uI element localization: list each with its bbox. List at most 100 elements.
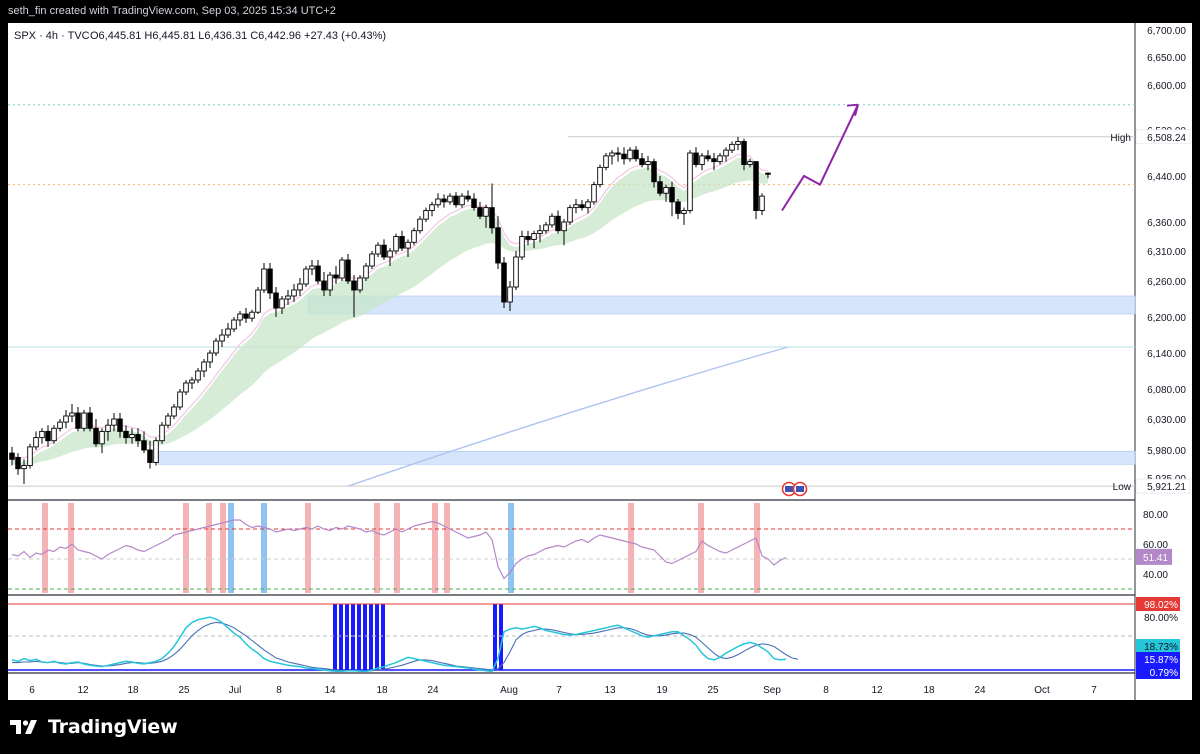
candle-body xyxy=(273,292,279,309)
sma-line xyxy=(347,346,789,487)
price-tick-label: 5,980.00 xyxy=(1147,446,1186,457)
candle-body xyxy=(375,244,381,255)
time-tick-label: Oct xyxy=(1034,685,1050,696)
rsi-signal-bar xyxy=(220,503,226,593)
price-tick-label: 6,200.00 xyxy=(1147,313,1186,324)
candle-body xyxy=(429,204,435,211)
time-tick-label: 24 xyxy=(974,685,986,696)
candle xyxy=(141,431,147,454)
candle-body xyxy=(165,415,171,426)
rsi-tick-label: 40.00 xyxy=(1143,570,1168,581)
candle-body xyxy=(201,361,207,372)
candle xyxy=(135,428,141,447)
tradingview-logo[interactable]: TradingView xyxy=(10,716,178,738)
candle xyxy=(417,216,423,234)
candle xyxy=(615,147,621,162)
candle xyxy=(171,404,177,419)
candle-body xyxy=(99,430,105,445)
stoch-signal-bar xyxy=(369,604,373,670)
candle xyxy=(621,147,627,165)
candle-body xyxy=(363,265,369,279)
candle xyxy=(243,308,249,323)
candle-body xyxy=(171,406,177,417)
candle xyxy=(699,153,705,171)
candle-body xyxy=(177,391,183,408)
candle xyxy=(87,407,93,432)
candle-body xyxy=(543,224,549,232)
candle xyxy=(189,377,195,389)
candle-body xyxy=(75,412,81,429)
candle-body xyxy=(369,253,375,267)
candle-body xyxy=(141,440,147,451)
candle-body xyxy=(747,161,753,165)
high-value: 6,508.24 xyxy=(1147,133,1186,144)
candle-body xyxy=(537,230,543,235)
stoch-signal-bar xyxy=(339,604,343,670)
candle-body xyxy=(81,412,87,429)
candle xyxy=(369,251,375,269)
candle-body xyxy=(717,155,723,163)
candle xyxy=(441,194,447,208)
candle-body xyxy=(153,440,159,463)
candle-body xyxy=(723,149,729,157)
candle-body xyxy=(549,215,555,226)
candle-body xyxy=(237,313,243,321)
support-zone xyxy=(157,450,1136,465)
candle xyxy=(681,207,687,225)
time-tick-label: 25 xyxy=(707,685,719,696)
candle xyxy=(177,389,183,410)
candle-body xyxy=(657,181,663,194)
candle-body xyxy=(105,424,111,432)
candle-body xyxy=(693,152,699,165)
candle-body xyxy=(51,427,57,442)
stoch-signal-bar xyxy=(357,604,361,670)
candle-body xyxy=(741,141,747,165)
candle-body xyxy=(57,421,63,429)
candle xyxy=(447,193,453,205)
candle-body xyxy=(183,382,189,393)
time-tick-label: 18 xyxy=(127,685,139,696)
candle-body xyxy=(645,161,651,165)
candle-body xyxy=(513,256,519,288)
rsi-signal-bar xyxy=(206,503,212,593)
candle-body xyxy=(411,230,417,243)
candle-body xyxy=(249,311,255,319)
candle xyxy=(567,204,573,225)
candle-body xyxy=(69,412,75,417)
candle-body xyxy=(561,221,567,232)
chart-canvas[interactable]: 6,700.006,650.006,600.006,520.006,440.00… xyxy=(8,23,1192,700)
candle-body xyxy=(441,198,447,203)
candle xyxy=(309,260,315,275)
candle xyxy=(591,181,597,205)
chart-panel[interactable]: 6,700.006,650.006,600.006,520.006,440.00… xyxy=(8,23,1192,700)
candle xyxy=(687,150,693,214)
candle xyxy=(225,323,231,338)
time-tick-label: 8 xyxy=(823,685,829,696)
candle-body xyxy=(669,187,675,203)
candle-body xyxy=(333,274,339,279)
candle xyxy=(27,443,33,469)
low-value: 5,921.21 xyxy=(1147,482,1186,493)
time-tick-label: 18 xyxy=(376,685,388,696)
candle xyxy=(675,199,681,220)
time-tick-label: 24 xyxy=(427,685,439,696)
candle-body xyxy=(663,187,669,194)
candle-body xyxy=(285,295,291,300)
candle-body xyxy=(603,155,609,168)
candle xyxy=(459,193,465,208)
rsi-value: 51.41 xyxy=(1143,553,1168,564)
candle xyxy=(597,164,603,188)
price-tick-label: 6,030.00 xyxy=(1147,415,1186,426)
candle xyxy=(183,380,189,395)
chart-caption: seth_fin created with TradingView.com, S… xyxy=(8,5,336,17)
candle-body xyxy=(633,149,639,160)
candle-body xyxy=(393,236,399,252)
stoch-signal-bar xyxy=(493,604,497,670)
tradingview-logo-icon xyxy=(10,720,37,734)
candle-body xyxy=(351,280,357,291)
candle-body xyxy=(159,424,165,442)
flag-icon-fill xyxy=(785,486,793,492)
candle xyxy=(75,407,81,432)
top-bar: seth_fin created with TradingView.com, S… xyxy=(0,0,1200,23)
candle xyxy=(255,287,261,314)
